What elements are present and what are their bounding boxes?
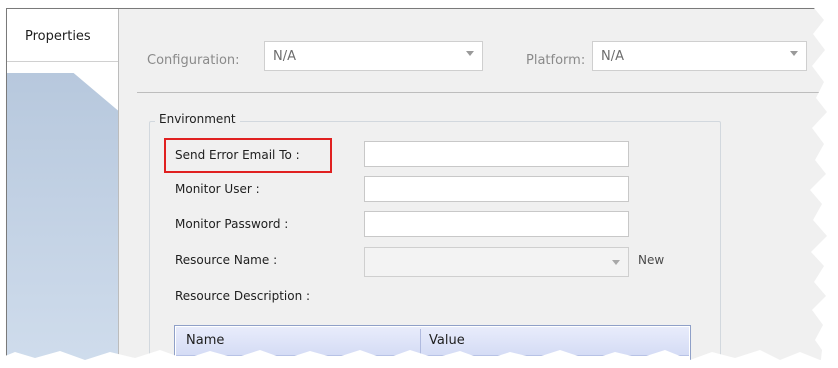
- monitor-password-label: Monitor Password :: [175, 217, 289, 231]
- monitor-user-label: Monitor User :: [175, 182, 260, 196]
- resource-name-select[interactable]: [364, 247, 629, 277]
- platform-select[interactable]: N/A: [592, 41, 807, 71]
- column-divider[interactable]: [420, 329, 421, 354]
- monitor-user-field[interactable]: [364, 176, 629, 202]
- resource-table: Name Value: [174, 325, 691, 361]
- new-resource-link[interactable]: New: [638, 253, 664, 267]
- monitor-password-field[interactable]: [364, 211, 629, 237]
- platform-label: Platform:: [526, 53, 586, 68]
- resource-description-label: Resource Description :: [175, 289, 311, 303]
- chevron-down-icon: [466, 51, 474, 56]
- configuration-label: Configuration:: [147, 53, 240, 68]
- environment-group-title: Environment: [155, 112, 240, 126]
- left-panel-background: [7, 73, 118, 361]
- chevron-down-icon: [612, 260, 620, 265]
- send-error-email-field[interactable]: [364, 141, 629, 167]
- configuration-value: N/A: [273, 49, 296, 64]
- send-error-email-label: Send Error Email To :: [175, 148, 300, 162]
- platform-value: N/A: [601, 49, 624, 64]
- configuration-select[interactable]: N/A: [264, 41, 483, 71]
- chevron-down-icon: [790, 51, 798, 56]
- column-header-name[interactable]: Name: [186, 333, 224, 348]
- left-panel: Properties: [7, 9, 119, 361]
- tab-properties-label: Properties: [25, 29, 91, 44]
- tab-properties[interactable]: Properties: [7, 9, 118, 62]
- table-header: Name Value: [176, 327, 689, 356]
- divider: [137, 92, 829, 93]
- column-header-value[interactable]: Value: [429, 333, 465, 348]
- resource-name-label: Resource Name :: [175, 253, 278, 267]
- properties-window: Properties Configuration: N/A Platform: …: [6, 8, 830, 362]
